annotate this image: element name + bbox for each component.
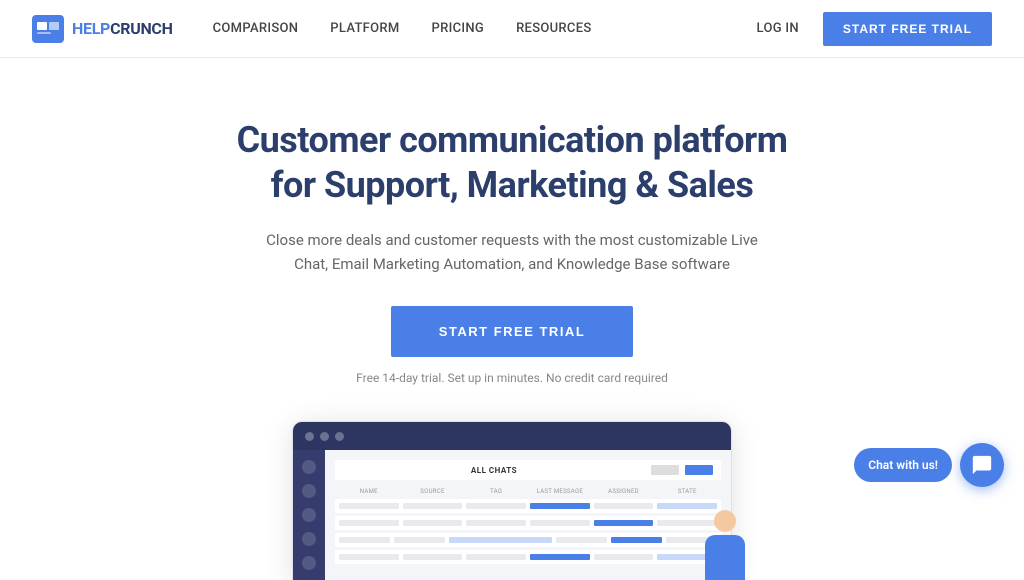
sidebar-item-4 [302, 532, 316, 546]
filter-btn [651, 465, 679, 475]
cell-5 [594, 520, 654, 526]
logo-icon [32, 15, 64, 43]
chat-widget: Chat with us! [854, 443, 1004, 487]
col-source: SOURCE [403, 488, 463, 495]
cell-4 [530, 554, 590, 560]
nav-link-comparison[interactable]: COMPARISON [213, 21, 299, 36]
cell-2 [403, 554, 463, 560]
cell-1 [339, 503, 399, 509]
all-chats-label: ALL CHATS [343, 466, 645, 475]
window-dot-2 [320, 432, 329, 441]
cell-3 [466, 520, 526, 526]
dashboard-window: ALL CHATS NAME SOURCE TAG LAST MESSAGE A… [292, 421, 732, 580]
col-tag: TAG [466, 488, 526, 495]
sidebar-item-3 [302, 508, 316, 522]
cell-5 [594, 554, 654, 560]
cell-3 [449, 537, 551, 543]
cell-2 [403, 520, 463, 526]
chat-open-button[interactable] [960, 443, 1004, 487]
nav-right: LOG IN START FREE TRIAL [757, 12, 992, 46]
window-dot-1 [305, 432, 314, 441]
hero-start-trial-button[interactable]: START FREE TRIAL [391, 306, 634, 357]
nav-link-pricing[interactable]: PRICING [432, 21, 485, 36]
window-content: ALL CHATS NAME SOURCE TAG LAST MESSAGE A… [325, 450, 731, 580]
col-assigned: ASSIGNED [594, 488, 654, 495]
sidebar-item-1 [302, 460, 316, 474]
action-btn [685, 465, 713, 475]
nav-links: COMPARISON PLATFORM PRICING RESOURCES [213, 21, 757, 36]
logo[interactable]: HELPCRUNCH [32, 15, 173, 43]
chat-icon [971, 454, 993, 476]
person-head [714, 510, 736, 532]
cell-4 [556, 537, 607, 543]
cell-4 [530, 520, 590, 526]
content-header: ALL CHATS [335, 460, 721, 480]
login-link[interactable]: LOG IN [757, 21, 799, 36]
person-figure [697, 510, 752, 580]
col-last-message: LAST MESSAGE [530, 488, 590, 495]
sidebar-item-2 [302, 484, 316, 498]
hero-note: Free 14-day trial. Set up in minutes. No… [20, 371, 1004, 385]
window-titlebar [293, 422, 731, 450]
cell-1 [339, 537, 390, 543]
hero-section: Customer communication platform for Supp… [0, 58, 1024, 580]
cell-2 [403, 503, 463, 509]
nav-start-trial-button[interactable]: START FREE TRIAL [823, 12, 992, 46]
cell-1 [339, 554, 399, 560]
sidebar-item-5 [302, 556, 316, 570]
table-row [335, 533, 721, 547]
logo-text: HELPCRUNCH [72, 19, 173, 38]
navbar: HELPCRUNCH COMPARISON PLATFORM PRICING R… [0, 0, 1024, 58]
nav-link-resources[interactable]: RESOURCES [516, 21, 591, 36]
col-state: STATE [657, 488, 717, 495]
cell-3 [466, 503, 526, 509]
window-body: ALL CHATS NAME SOURCE TAG LAST MESSAGE A… [293, 450, 731, 580]
cell-4 [530, 503, 590, 509]
table-row [335, 550, 721, 564]
col-name: NAME [339, 488, 399, 495]
person-body [705, 535, 745, 580]
cell-5 [594, 503, 654, 509]
nav-link-platform[interactable]: PLATFORM [330, 21, 399, 36]
dashboard-preview: ALL CHATS NAME SOURCE TAG LAST MESSAGE A… [292, 421, 732, 580]
window-sidebar [293, 450, 325, 580]
table-row [335, 499, 721, 513]
table-header: NAME SOURCE TAG LAST MESSAGE ASSIGNED ST… [335, 488, 721, 495]
cell-2 [394, 537, 445, 543]
cell-6 [657, 503, 717, 509]
window-dot-3 [335, 432, 344, 441]
cell-5 [611, 537, 662, 543]
cell-1 [339, 520, 399, 526]
table-row [335, 516, 721, 530]
chat-bubble[interactable]: Chat with us! [854, 448, 952, 482]
cell-3 [466, 554, 526, 560]
hero-title: Customer communication platform for Supp… [20, 118, 1004, 208]
hero-subtitle: Close more deals and customer requests w… [252, 228, 772, 276]
